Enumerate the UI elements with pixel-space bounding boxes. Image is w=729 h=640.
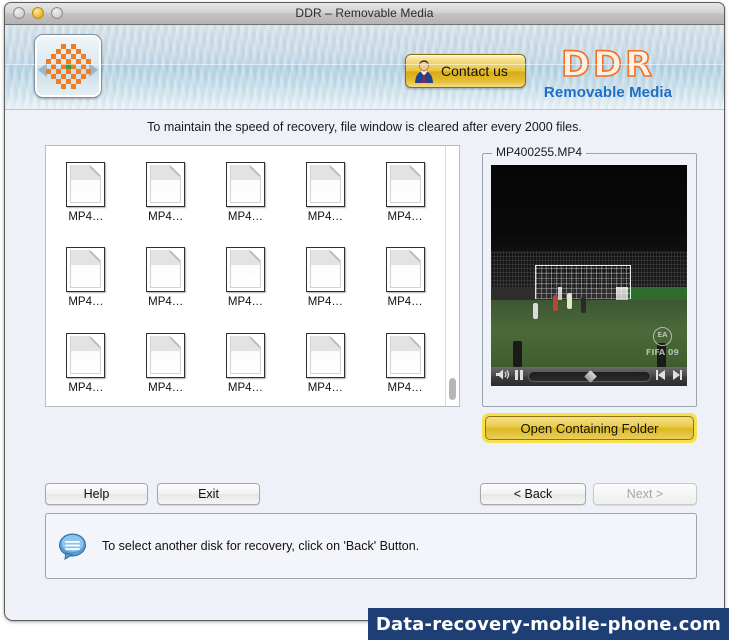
window-title: DDR – Removable Media [295, 6, 434, 20]
contact-us-button[interactable]: Contact us [405, 54, 526, 88]
video-player-figure [533, 303, 538, 319]
file-list-item[interactable]: MP4… [213, 162, 277, 223]
brand-subtitle: Removable Media [543, 84, 673, 101]
open-containing-folder-button[interactable]: Open Containing Folder [485, 416, 694, 440]
file-list-item[interactable]: MP4… [134, 332, 198, 394]
back-button[interactable]: < Back [480, 483, 586, 505]
video-player-figure [581, 297, 586, 313]
speech-bubble-icon [58, 533, 88, 560]
file-document-icon [305, 162, 345, 208]
file-list-scrollbar[interactable] [445, 146, 459, 406]
file-list-item[interactable]: MP4… [134, 247, 198, 308]
file-document-icon [385, 162, 425, 208]
file-item-label: MP4… [227, 296, 264, 309]
file-document-icon [225, 247, 265, 293]
file-document-icon [385, 332, 425, 378]
file-item-label: MP4… [387, 296, 423, 309]
status-panel: To select another disk for recovery, cli… [45, 513, 697, 579]
speaker-icon[interactable] [495, 368, 510, 386]
status-message: To select another disk for recovery, cli… [102, 539, 420, 553]
video-player-figure [553, 295, 558, 311]
pause-icon[interactable] [514, 368, 524, 386]
ddr-app-logo-icon [46, 44, 91, 89]
file-item-label: MP4… [307, 296, 343, 309]
file-item-label: MP4… [307, 381, 343, 394]
file-list-item[interactable]: MP4… [134, 162, 198, 223]
file-item-label: MP4… [148, 381, 184, 394]
file-document-icon [305, 332, 345, 378]
file-item-label: MP4… [68, 296, 104, 309]
site-watermark: Data-recovery-mobile-phone.com [368, 608, 729, 640]
video-brand-watermark: EA FIFA 09 [646, 327, 679, 358]
file-item-label: MP4… [68, 381, 104, 394]
file-document-icon [66, 332, 106, 378]
contact-us-label: Contact us [441, 63, 508, 79]
video-sky [491, 165, 687, 261]
video-control-bar [491, 367, 687, 386]
file-item-label: MP4… [227, 381, 264, 394]
help-button[interactable]: Help [45, 483, 148, 505]
exit-button[interactable]: Exit [157, 483, 260, 505]
file-item-label: MP4… [387, 381, 423, 394]
file-list-item[interactable]: MP4… [293, 247, 357, 308]
file-list-item[interactable]: MP4… [54, 247, 118, 308]
file-list-item[interactable]: MP4… [213, 332, 277, 394]
video-player-figure [567, 293, 572, 309]
app-logo [34, 34, 102, 98]
brand-name: DDR [560, 45, 656, 85]
application-window: DDR – Removable Media Contact us DDR Rem… [4, 2, 725, 621]
notice-text: To maintain the speed of recovery, file … [147, 120, 582, 134]
preview-file-name: MP400255.MP4 [492, 145, 587, 159]
file-document-icon [305, 247, 345, 293]
file-list-item[interactable]: MP4… [213, 247, 277, 308]
file-list-item[interactable]: MP4… [54, 332, 118, 394]
header-banner: Contact us DDR Removable Media [5, 25, 724, 110]
file-item-label: MP4… [227, 211, 264, 224]
file-document-icon [146, 162, 186, 208]
file-list-item[interactable]: MP4… [373, 332, 437, 394]
file-item-label: MP4… [387, 211, 423, 224]
file-document-icon [66, 247, 106, 293]
title-bar: DDR – Removable Media [5, 3, 724, 25]
video-preview[interactable]: EA FIFA 09 [491, 165, 687, 386]
file-document-icon [146, 247, 186, 293]
video-scrubber[interactable] [528, 370, 651, 383]
open-containing-folder-focus-ring: Open Containing Folder [482, 413, 697, 443]
file-document-icon [146, 332, 186, 378]
next-button: Next > [593, 483, 697, 505]
file-document-icon [225, 162, 265, 208]
scrubber-thumb[interactable] [583, 370, 597, 383]
file-list-item[interactable]: MP4… [54, 162, 118, 223]
step-forward-icon[interactable] [671, 368, 683, 386]
video-player-figure [513, 341, 522, 367]
file-list-item[interactable]: MP4… [293, 332, 357, 394]
file-list-item[interactable]: MP4… [373, 247, 437, 308]
scrollbar-thumb[interactable] [449, 378, 456, 400]
ea-logo-icon: EA [652, 327, 672, 346]
file-document-icon [385, 247, 425, 293]
file-item-label: MP4… [68, 211, 104, 224]
watermark-text: Data-recovery-mobile-phone.com [375, 613, 722, 635]
window-body: To maintain the speed of recovery, file … [5, 110, 724, 620]
app-root: DDR – Removable Media Contact us DDR Rem… [0, 0, 729, 640]
file-grid: MP4… MP4… MP4… MP4… MP4… MP4… MP4… MP4… MP4… MP4…… [46, 146, 445, 406]
file-list-item[interactable]: MP4… [373, 162, 437, 223]
video-caption: FIFA 09 [645, 348, 679, 357]
file-list-panel: MP4… MP4… MP4… MP4… MP4… MP4… MP4… MP4… MP4… MP4…… [45, 145, 460, 407]
video-goal [535, 265, 631, 299]
preview-group: MP400255.MP4 EA FIFA 09 [482, 145, 697, 407]
file-item-label: MP4… [307, 211, 343, 224]
step-backward-icon[interactable] [655, 368, 667, 386]
file-document-icon [225, 332, 265, 378]
person-icon [411, 58, 437, 84]
brand-block: DDR Removable Media [518, 45, 698, 101]
file-item-label: MP4… [148, 211, 184, 224]
file-item-label: MP4… [148, 296, 184, 309]
file-document-icon [66, 162, 106, 208]
file-list-item[interactable]: MP4… [293, 162, 357, 223]
